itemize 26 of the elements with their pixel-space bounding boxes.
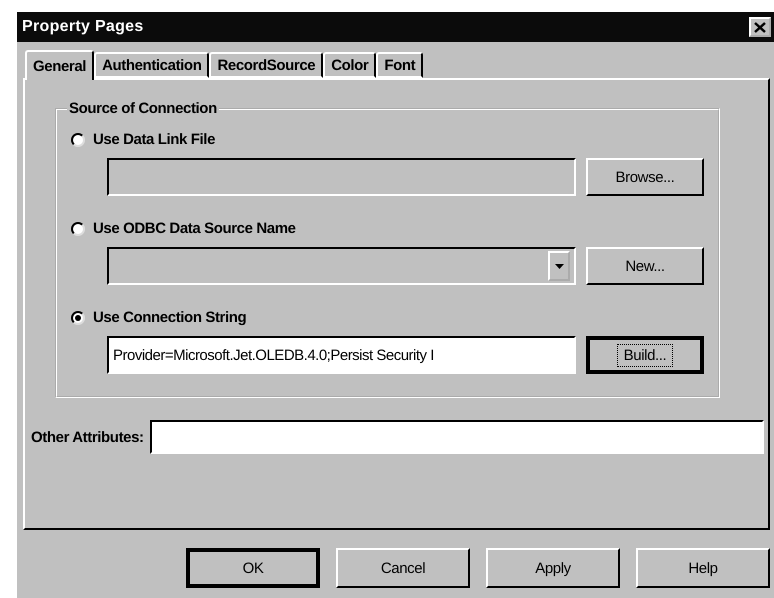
tab[interactable]: RecordSource <box>209 52 324 78</box>
tab[interactable]: Color <box>323 52 376 78</box>
dialog-button[interactable]: OK <box>186 548 320 588</box>
radio-button[interactable] <box>71 222 85 236</box>
window-title: Property Pages <box>22 18 144 36</box>
radio-label: Use Connection String <box>93 309 246 326</box>
field-label: Other Attributes: <box>31 428 144 446</box>
group-title: Source of Connection <box>68 100 218 117</box>
close-icon <box>754 22 766 32</box>
tab[interactable]: Font <box>376 52 424 78</box>
dialog-button[interactable]: Cancel <box>336 548 470 588</box>
input-field[interactable]: Provider=Microsoft.Jet.OLEDB.4.0;Persist Security I <box>107 336 576 374</box>
action-button[interactable]: Build... <box>586 336 704 374</box>
tab[interactable]: Authentication <box>94 52 210 78</box>
input-field[interactable] <box>150 420 764 454</box>
action-button[interactable]: New... <box>586 247 704 285</box>
dialog-button[interactable]: Help <box>636 548 770 588</box>
action-button[interactable]: Browse... <box>586 158 704 196</box>
tab[interactable]: General <box>25 50 94 80</box>
radio-button[interactable] <box>71 132 85 146</box>
radio-label: Use ODBC Data Source Name <box>93 220 296 237</box>
dialog-button[interactable]: Apply <box>486 548 620 588</box>
radio-label: Use Data Link File <box>93 131 216 148</box>
close-button[interactable] <box>749 17 771 37</box>
dropdown-arrow-icon <box>554 264 564 268</box>
radio-button[interactable] <box>71 310 85 324</box>
